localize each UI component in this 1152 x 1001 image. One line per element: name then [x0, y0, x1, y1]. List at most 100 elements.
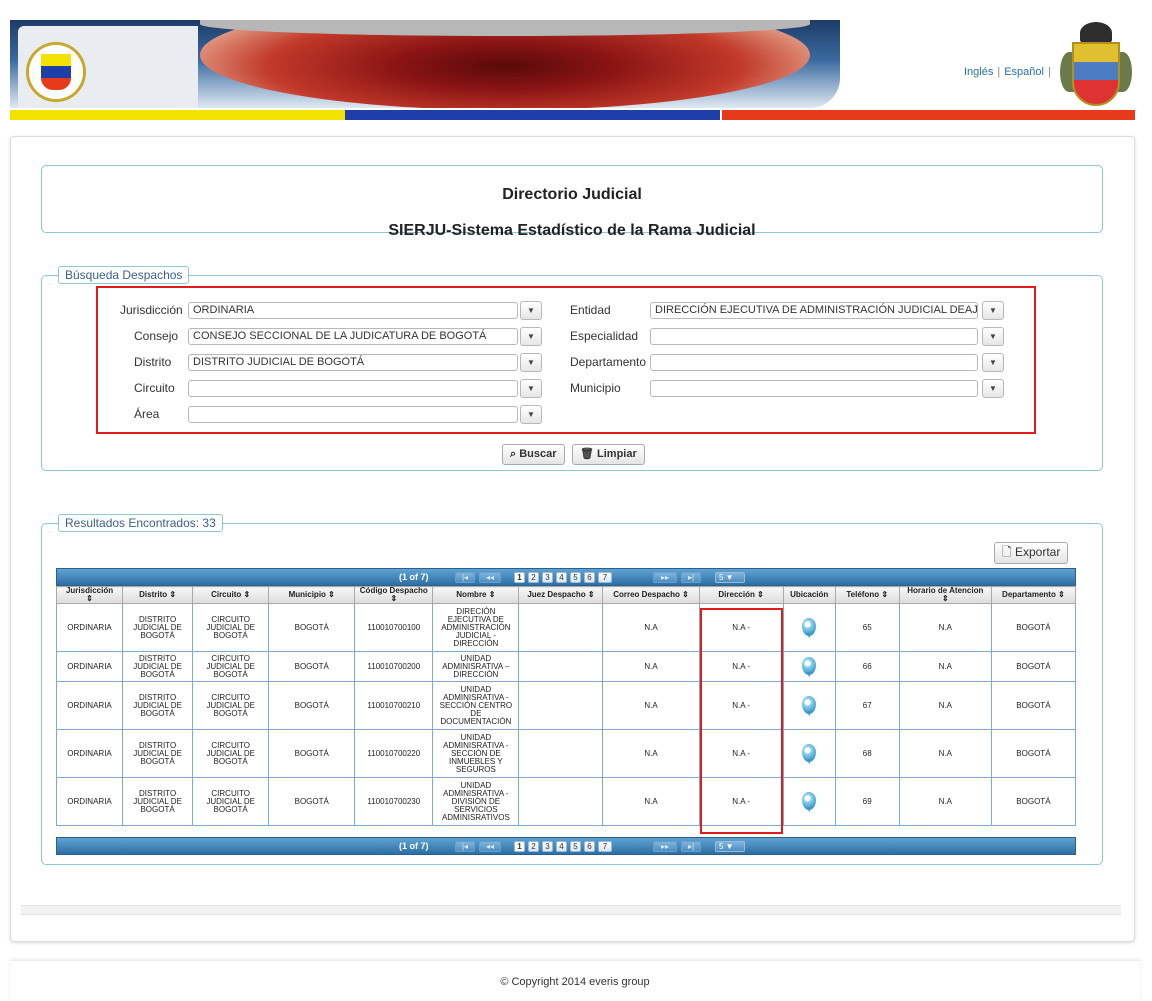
entidad-select[interactable]: DIRECCIÓN EJECUTIVA DE ADMINISTRACIÓN JU… [650, 302, 978, 319]
cell-jurisdiccion: ORDINARIA [55, 729, 124, 778]
cell-nombre: DIRECIÓN EJECUTIVA DE ADMINISTRACIÓN JUD… [432, 603, 520, 652]
pager-prev-button[interactable]: ◂◂ [479, 841, 501, 852]
col-direccion[interactable]: Dirección ⇕ [698, 586, 784, 604]
pager-page-3[interactable]: 3 [542, 841, 553, 852]
pager-first-button[interactable]: |◂ [455, 841, 475, 852]
pager-page-5[interactable]: 5 [570, 841, 581, 852]
cell-ubicacion [782, 651, 836, 682]
consejo-select[interactable]: CONSEJO SECCIONAL DE LA JUDICATURA DE BO… [188, 328, 518, 345]
table-row[interactable]: ORDINARIA DISTRITO JUDICIAL DE BOGOTÁ CI… [55, 603, 1077, 652]
col-correo[interactable]: Correo Despacho ⇕ [602, 586, 700, 604]
pager-page-7[interactable]: 7 [598, 572, 612, 583]
col-municipio[interactable]: Municipio ⇕ [268, 586, 356, 604]
pager-page-2[interactable]: 2 [528, 572, 539, 583]
pager-last-button[interactable]: ▸| [681, 572, 701, 583]
map-pin-icon[interactable] [802, 656, 817, 675]
col-departamento[interactable]: Departamento ⇕ [990, 586, 1077, 604]
sort-icon: ⇕ [881, 590, 889, 599]
circuito-select[interactable] [188, 380, 518, 397]
municipio-dropdown-icon[interactable]: ▼ [982, 379, 1004, 398]
flag-stripe-blue [345, 110, 720, 120]
jurisdiccion-label: Jurisdicción [120, 303, 183, 317]
pager-page-5[interactable]: 5 [570, 572, 581, 583]
cell-juez [518, 729, 604, 778]
consejo-dropdown-icon[interactable]: ▼ [520, 327, 542, 346]
lang-spanish-link[interactable]: Español [1004, 66, 1044, 78]
col-jurisdiccion[interactable]: Jurisdicción ⇕ [55, 586, 124, 604]
table-row[interactable]: ORDINARIA DISTRITO JUDICIAL DE BOGOTÁ CI… [55, 681, 1077, 730]
buscar-button[interactable]: ⌕ Buscar [502, 444, 565, 465]
cell-direccion: N.A - [698, 729, 784, 778]
cell-circuito: CIRCUITO JUDICIAL DE BOGOTÁ [192, 681, 270, 730]
limpiar-button[interactable]: 🗑 Limpiar [572, 444, 645, 465]
col-nombre[interactable]: Nombre ⇕ [432, 586, 520, 604]
pager-page-1[interactable]: 1 [514, 841, 525, 852]
col-circuito[interactable]: Circuito ⇕ [192, 586, 270, 604]
especialidad-dropdown-icon[interactable]: ▼ [982, 327, 1004, 346]
col-horario[interactable]: Horario de Atencion ⇕ [898, 586, 992, 604]
cell-horario: N.A [898, 777, 992, 826]
cell-correo: N.A [602, 729, 700, 778]
cell-jurisdiccion: ORDINARIA [55, 603, 124, 652]
pager-page-7[interactable]: 7 [598, 841, 612, 852]
rows-per-page-select[interactable]: 5 ▼ [715, 572, 745, 583]
exportar-label: Exportar [1015, 545, 1061, 559]
departamento-select[interactable] [650, 354, 978, 371]
col-distrito-label: Distrito [139, 590, 168, 599]
cell-municipio: BOGOTÁ [268, 651, 356, 682]
pager-next-button[interactable]: ▸▸ [653, 841, 677, 852]
distrito-select[interactable]: DISTRITO JUDICIAL DE BOGOTÁ [188, 354, 518, 371]
cell-juez [518, 777, 604, 826]
map-pin-icon[interactable] [802, 617, 817, 636]
pager-last-button[interactable]: ▸| [681, 841, 701, 852]
col-juez[interactable]: Juez Despacho ⇕ [518, 586, 604, 604]
exportar-button[interactable]: 🗋 Exportar [994, 542, 1069, 564]
entidad-dropdown-icon[interactable]: ▼ [982, 301, 1004, 320]
coat-of-arms-logo [1060, 22, 1132, 118]
map-pin-icon[interactable] [802, 743, 817, 762]
municipio-select[interactable] [650, 380, 978, 397]
col-codigo[interactable]: Código Despacho ⇕ [354, 586, 434, 604]
col-telefono[interactable]: Teléfono ⇕ [834, 586, 900, 604]
pager-page-1[interactable]: 1 [514, 572, 525, 583]
pager-prev-button[interactable]: ◂◂ [479, 572, 501, 583]
cell-distrito: DISTRITO JUDICIAL DE BOGOTÁ [122, 651, 194, 682]
jurisdiccion-select[interactable]: ORDINARIA [188, 302, 518, 319]
area-dropdown-icon[interactable]: ▼ [520, 405, 542, 424]
buscar-label: Buscar [519, 448, 557, 460]
lang-english-link[interactable]: Inglés [964, 66, 993, 78]
entidad-label: Entidad [570, 303, 611, 317]
table-row[interactable]: ORDINARIA DISTRITO JUDICIAL DE BOGOTÁ CI… [55, 777, 1077, 826]
table-row[interactable]: ORDINARIA DISTRITO JUDICIAL DE BOGOTÁ CI… [55, 729, 1077, 778]
col-distrito[interactable]: Distrito ⇕ [122, 586, 194, 604]
map-pin-icon[interactable] [802, 791, 817, 810]
area-label: Área [134, 407, 160, 421]
table-row[interactable]: ORDINARIA DISTRITO JUDICIAL DE BOGOTÁ CI… [55, 651, 1077, 682]
departamento-dropdown-icon[interactable]: ▼ [982, 353, 1004, 372]
pager-page-6[interactable]: 6 [584, 841, 595, 852]
distrito-dropdown-icon[interactable]: ▼ [520, 353, 542, 372]
area-select[interactable] [188, 406, 518, 423]
col-departamento-label: Departamento [1002, 590, 1056, 599]
cell-direccion: N.A - [698, 777, 784, 826]
pager-page-4[interactable]: 4 [556, 572, 567, 583]
sort-icon: ⇕ [682, 590, 689, 599]
jurisdiccion-dropdown-icon[interactable]: ▼ [520, 301, 542, 320]
cell-municipio: BOGOTÁ [268, 603, 356, 652]
site-header: Inglés | Español | [10, 20, 1135, 123]
col-juez-label: Juez Despacho [527, 590, 586, 599]
pager-page-6[interactable]: 6 [584, 572, 595, 583]
results-legend: Resultados Encontrados: 33 [58, 514, 223, 532]
pager-next-button[interactable]: ▸▸ [653, 572, 677, 583]
pager-page-3[interactable]: 3 [542, 572, 553, 583]
rows-per-page-select[interactable]: 5 ▼ [715, 841, 745, 852]
cell-municipio: BOGOTÁ [268, 729, 356, 778]
map-pin-icon[interactable] [802, 695, 817, 714]
sort-icon: ⇕ [587, 590, 595, 599]
pager-page-4[interactable]: 4 [556, 841, 567, 852]
pager-first-button[interactable]: |◂ [455, 572, 475, 583]
sort-icon: ⇕ [757, 590, 764, 599]
circuito-dropdown-icon[interactable]: ▼ [520, 379, 542, 398]
especialidad-select[interactable] [650, 328, 978, 345]
pager-page-2[interactable]: 2 [528, 841, 539, 852]
